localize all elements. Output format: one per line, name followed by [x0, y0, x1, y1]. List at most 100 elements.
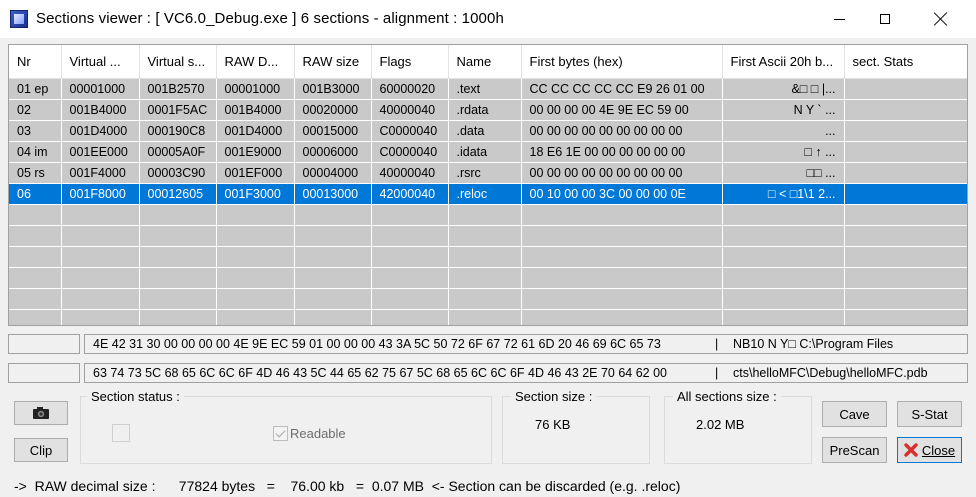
cell: 001F4000: [61, 162, 140, 184]
empty-row: [9, 246, 967, 268]
cell: [844, 99, 967, 121]
column-header-raw-size[interactable]: RAW size: [294, 45, 372, 79]
maximize-button[interactable]: [862, 0, 908, 38]
table-header-row: Nr Virtual ... Virtual s... RAW D... RAW…: [9, 45, 967, 79]
cell: C0000040: [371, 141, 449, 163]
readable-label: Readable: [290, 426, 346, 441]
cell: 001EE000: [61, 141, 140, 163]
cell: 42000040: [371, 183, 449, 205]
empty-row: [9, 225, 967, 247]
hex-bytes: 63 74 73 5C 68 65 6C 6C 6F 4D 46 43 5C 4…: [93, 366, 668, 380]
cell: 00013000: [294, 183, 372, 205]
cell: 00003C90: [139, 162, 217, 184]
close-window-button[interactable]: [918, 0, 964, 38]
status-checkbox-empty[interactable]: [112, 424, 130, 442]
column-header-name[interactable]: Name: [448, 45, 522, 79]
cell: 001B2570: [139, 78, 217, 100]
minimize-icon: [833, 18, 845, 20]
window-title: Sections viewer : [ VC6.0_Debug.exe ] 6 …: [36, 10, 504, 27]
hex-line-2-left-box: [8, 363, 80, 383]
cell: 001F8000: [61, 183, 140, 205]
cell: 02: [9, 99, 62, 121]
cell: .data: [448, 120, 522, 142]
hex-separator: |: [715, 366, 719, 380]
cell: [844, 183, 967, 205]
cell: 0001F5AC: [139, 99, 217, 121]
close-button-label: Close: [921, 442, 956, 458]
clip-button[interactable]: Clip: [14, 438, 68, 462]
column-header-first-ascii[interactable]: First Ascii 20h b...: [722, 45, 845, 79]
maximize-icon: [880, 14, 890, 24]
hex-line-1-left-box: [8, 334, 80, 354]
cell: 001D4000: [216, 120, 295, 142]
empty-row: [9, 267, 967, 289]
cell: 05 rs: [9, 162, 62, 184]
sections-list[interactable]: Nr Virtual ... Virtual s... RAW D... RAW…: [8, 44, 968, 326]
prescan-button[interactable]: PreScan: [822, 437, 887, 463]
cell: 00 10 00 00 3C 00 00 00 0E: [521, 183, 723, 205]
cave-button[interactable]: Cave: [822, 401, 887, 427]
cell: □□ ...: [722, 162, 845, 184]
all-sections-size-label: All sections size :: [673, 389, 781, 404]
cell: 18 E6 1E 00 00 00 00 00 00: [521, 141, 723, 163]
cell: [844, 141, 967, 163]
cell: 00001000: [216, 78, 295, 100]
column-header-virtual-size[interactable]: Virtual s...: [139, 45, 217, 79]
cell: [844, 78, 967, 100]
column-header-nr[interactable]: Nr: [9, 45, 62, 79]
all-sections-size-value: 2.02 MB: [696, 417, 745, 432]
hex-line-1[interactable]: 4E 42 31 30 00 00 00 00 4E 9E EC 59 01 0…: [84, 334, 968, 354]
section-size-panel: Section size : 76 KB: [502, 389, 650, 464]
snapshot-button[interactable]: [14, 401, 68, 425]
cell: .reloc: [448, 183, 522, 205]
cell: CC CC CC CC CC E9 26 01 00: [521, 78, 723, 100]
cell: C0000040: [371, 120, 449, 142]
cell: .text: [448, 78, 522, 100]
cell: □ ↑ ...: [722, 141, 845, 163]
table-row[interactable]: 02 001B4000 0001F5AC 001B4000 00020000 4…: [9, 99, 967, 121]
section-status-label: Section status :: [87, 389, 184, 404]
hex-line-2[interactable]: 63 74 73 5C 68 65 6C 6C 6F 4D 46 43 5C 4…: [84, 363, 968, 383]
empty-row: [9, 288, 967, 310]
cell: 001F3000: [216, 183, 295, 205]
cell: 001B4000: [61, 99, 140, 121]
cell: 00004000: [294, 162, 372, 184]
readable-checkbox[interactable]: [273, 426, 288, 441]
cell: 40000040: [371, 99, 449, 121]
status-text: -> RAW decimal size : 77824 bytes = 76.0…: [14, 478, 681, 494]
cell: [844, 120, 967, 142]
table-row[interactable]: 03 001D4000 000190C8 001D4000 00015000 C…: [9, 120, 967, 142]
cell: 00 00 00 00 4E 9E EC 59 00: [521, 99, 723, 121]
table-row-selected[interactable]: 06 001F8000 00012605 001F3000 00013000 4…: [9, 183, 967, 205]
cell: .rdata: [448, 99, 522, 121]
section-size-label: Section size :: [511, 389, 597, 404]
table-row[interactable]: 05 rs 001F4000 00003C90 001EF000 0000400…: [9, 162, 967, 184]
cell: &□ □ |...: [722, 78, 845, 100]
close-button[interactable]: Close: [897, 437, 962, 463]
cell: 00 00 00 00 00 00 00 00 00: [521, 162, 723, 184]
status-bar: -> RAW decimal size : 77824 bytes = 76.0…: [0, 474, 976, 497]
column-header-virtual-address[interactable]: Virtual ...: [61, 45, 140, 79]
column-header-flags[interactable]: Flags: [371, 45, 449, 79]
cell: 00005A0F: [139, 141, 217, 163]
minimize-button[interactable]: [816, 0, 862, 38]
cell: 00015000: [294, 120, 372, 142]
cell: 00020000: [294, 99, 372, 121]
all-sections-size-panel: All sections size : 2.02 MB: [664, 389, 812, 464]
column-header-first-bytes[interactable]: First bytes (hex): [521, 45, 723, 79]
column-header-sect-stats[interactable]: sect. Stats: [844, 45, 967, 79]
cell: [844, 162, 967, 184]
cell: ...: [722, 120, 845, 142]
column-header-raw-data[interactable]: RAW D...: [216, 45, 295, 79]
empty-row: [9, 204, 967, 226]
cell: 40000040: [371, 162, 449, 184]
cell: 001B4000: [216, 99, 295, 121]
cell: .idata: [448, 141, 522, 163]
table-row[interactable]: 04 im 001EE000 00005A0F 001E9000 0000600…: [9, 141, 967, 163]
s-stat-button[interactable]: S-Stat: [897, 401, 962, 427]
table-row[interactable]: 01 ep 00001000 001B2570 00001000 001B300…: [9, 78, 967, 100]
empty-row: [9, 309, 967, 325]
cell: 001E9000: [216, 141, 295, 163]
app-icon: [10, 10, 28, 28]
cell: 00006000: [294, 141, 372, 163]
